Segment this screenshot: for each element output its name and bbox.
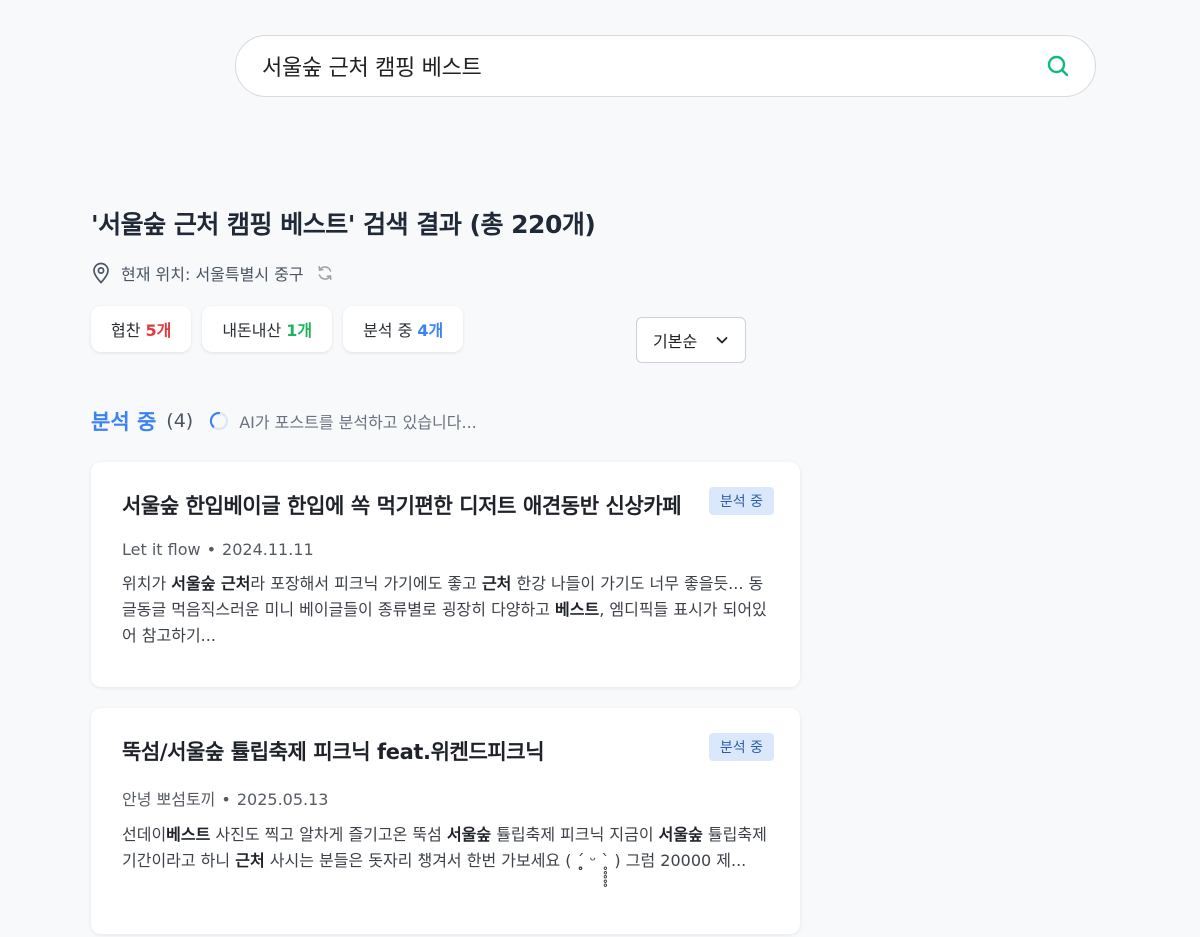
post-date: 2025.05.13 [236, 790, 329, 809]
filter-count: 1개 [286, 321, 313, 340]
meta-separator: • [206, 540, 217, 559]
snippet-text: 선데이 [122, 825, 167, 844]
keyword-highlight: 근처 [235, 851, 265, 870]
post-author: Let it flow [122, 540, 201, 559]
loading-spinner-icon [210, 411, 229, 431]
refresh-icon[interactable] [316, 264, 334, 282]
filter-label: 내돈내산 [222, 321, 282, 340]
post-snippet: 선데이베스트 사진도 찍고 알차게 즐기고온 뚝섬 서울숲 튤립축제 피크닉 지… [122, 822, 772, 874]
location-pin-icon [93, 262, 109, 284]
filter-label: 협찬 [111, 321, 141, 340]
post-title[interactable]: 서울숲 한입베이글 한입에 쏙 먹기편한 디저트 애견동반 신상카페 [122, 490, 722, 520]
filter-analyzing[interactable]: 분석 중 4개 [343, 306, 464, 352]
sort-dropdown[interactable]: 기본순 [636, 317, 746, 363]
snippet-text: 튤립축제 피크닉 지금이 [491, 825, 659, 844]
status-badge: 분석 중 [708, 487, 774, 515]
post-card[interactable]: 서울숲 한입베이글 한입에 쏙 먹기편한 디저트 애견동반 신상카페 분석 중 … [91, 462, 800, 687]
filter-chips: 협찬 5개 내돈내산 1개 분석 중 4개 [91, 306, 464, 352]
post-title[interactable]: 뚝섬/서울숲 튤립축제 피크닉 feat.위켄드피크닉 [122, 736, 722, 766]
section-title: 분석 중 [91, 410, 157, 434]
current-location: 현재 위치: 서울특별시 중구 [91, 261, 334, 285]
section-count: (4) [166, 410, 194, 432]
keyword-highlight: 서울숲 근처 [171, 574, 251, 593]
filter-label: 분석 중 [363, 321, 413, 340]
filter-sponsored[interactable]: 협찬 5개 [91, 306, 192, 352]
keyword-highlight: 근처 [481, 574, 512, 593]
analysis-status: AI가 포스트를 분석하고 있습니다... [239, 413, 477, 432]
meta-separator: • [221, 790, 231, 809]
section-header: 분석 중 (4) AI가 포스트를 분석하고 있습니다... [91, 406, 477, 436]
keyword-highlight: 베스트 [166, 825, 211, 844]
chevron-down-icon [716, 337, 728, 344]
snippet-text: 라 포장해서 피크닉 가기에도 좋고 [250, 574, 482, 593]
keyword-highlight: 베스트 [555, 600, 600, 619]
location-text: 현재 위치: 서울특별시 중구 [121, 265, 304, 284]
snippet-text: 사진도 찍고 알차게 즐기고온 뚝섬 [210, 825, 447, 844]
search-icon[interactable] [1045, 53, 1071, 79]
filter-own-purchase[interactable]: 내돈내산 1개 [202, 306, 333, 352]
post-meta: Let it flow • 2024.11.11 [122, 540, 774, 559]
sort-label: 기본순 [653, 332, 698, 351]
status-badge: 분석 중 [708, 733, 774, 761]
filter-count: 5개 [145, 321, 172, 340]
snippet-text: 사시는 분들은 돗자리 챙겨서 한번 가보세요 ( ˊ̥̥̥̥̥ ᵕ ˋ̥̥̥̥… [264, 851, 747, 870]
snippet-text: 위치가 [122, 574, 172, 593]
post-date: 2024.11.11 [222, 540, 314, 559]
post-meta: 안녕 뽀섬토끼 • 2025.05.13 [122, 786, 774, 810]
post-author: 안녕 뽀섬토끼 [122, 790, 216, 809]
search-bar[interactable]: 서울숲 근처 캠핑 베스트 [235, 35, 1096, 97]
search-input[interactable]: 서울숲 근처 캠핑 베스트 [262, 50, 1045, 82]
post-snippet: 위치가 서울숲 근처라 포장해서 피크닉 가기에도 좋고 근처 한강 나들이 가… [122, 571, 772, 649]
keyword-highlight: 서울숲 [446, 825, 492, 844]
post-card[interactable]: 뚝섬/서울숲 튤립축제 피크닉 feat.위켄드피크닉 분석 중 안녕 뽀섬토끼… [91, 708, 800, 934]
filter-count: 4개 [417, 321, 444, 340]
page-title: '서울숲 근처 캠핑 베스트' 검색 결과 (총 220개) [91, 210, 596, 239]
keyword-highlight: 서울숲 [658, 825, 703, 844]
